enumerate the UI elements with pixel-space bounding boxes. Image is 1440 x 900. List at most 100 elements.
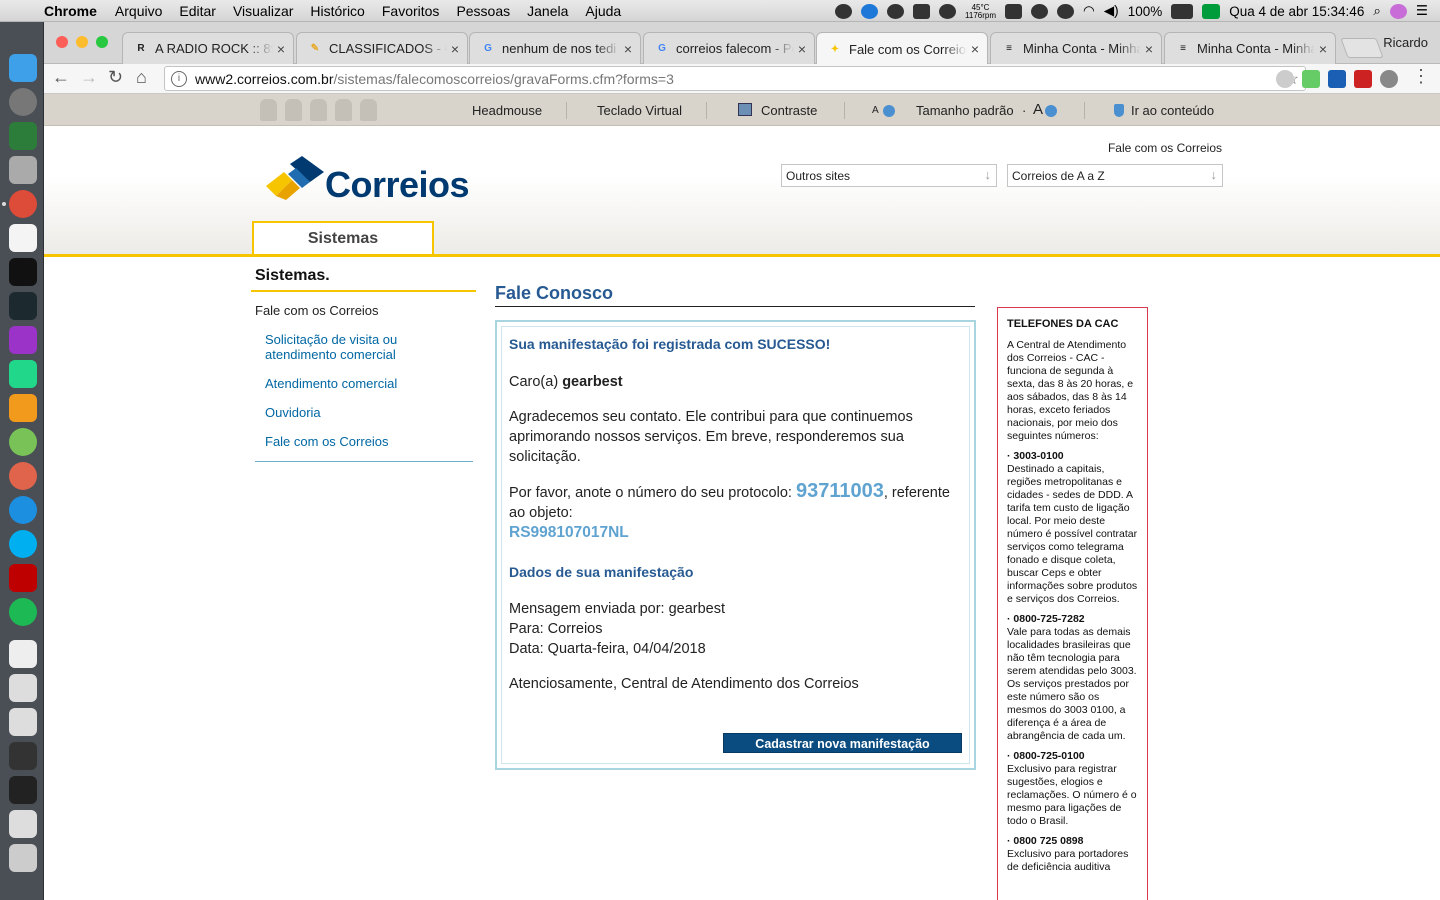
download-app-icon[interactable]: [9, 496, 37, 524]
menu-pessoas[interactable]: Pessoas: [456, 3, 510, 19]
cloud-extension-icon[interactable]: [1276, 70, 1294, 88]
time-machine-icon[interactable]: [1057, 3, 1075, 19]
skype-icon[interactable]: [9, 530, 37, 558]
close-tab-icon[interactable]: ×: [624, 41, 632, 57]
terminal-icon[interactable]: [9, 258, 37, 286]
close-tab-icon[interactable]: ×: [1145, 41, 1153, 57]
forward-icon[interactable]: →: [80, 67, 98, 88]
skype-tray-icon[interactable]: [887, 3, 905, 19]
launchpad-icon[interactable]: [9, 88, 37, 116]
headmouse-link[interactable]: Headmouse: [472, 103, 542, 118]
skype-stack-icon[interactable]: [9, 742, 37, 770]
home-icon[interactable]: ⌂: [136, 67, 147, 88]
address-bar[interactable]: i www2.correios.com.br/sistemas/falecomo…: [164, 66, 1306, 91]
close-tab-icon[interactable]: ×: [798, 41, 806, 57]
tab-sistemas[interactable]: Sistemas: [252, 221, 434, 256]
menu-visualizar[interactable]: Visualizar: [233, 3, 293, 19]
chrome-icon[interactable]: [9, 190, 37, 218]
tab-5[interactable]: ✦ Fale com os Correios ×: [816, 32, 988, 65]
app-menu[interactable]: Chrome: [44, 3, 97, 19]
outros-sites-select[interactable]: Outros sites ↓: [781, 164, 997, 187]
drive-tray-icon[interactable]: [913, 3, 931, 19]
sidebar-item-solicitacao-visita[interactable]: Solicitação de visita ou atendimento com…: [265, 332, 465, 362]
tab-6[interactable]: ≡ Minha Conta - Minha ×: [990, 32, 1162, 64]
cloud-app-icon[interactable]: [861, 3, 879, 19]
new-manifestation-button[interactable]: Cadastrar nova manifestação: [723, 733, 962, 753]
temp-readout[interactable]: 45°C 1176rpm: [965, 3, 996, 19]
calculator-icon[interactable]: [9, 156, 37, 184]
menu-ajuda[interactable]: Ajuda: [585, 3, 621, 19]
reload-icon[interactable]: ↻: [108, 67, 123, 88]
calendar-icon[interactable]: [9, 224, 37, 252]
finder-icon[interactable]: [9, 54, 37, 82]
cloud-icon[interactable]: [1031, 3, 1049, 19]
contrast-icon[interactable]: [738, 103, 752, 116]
siri-icon[interactable]: [1389, 3, 1407, 19]
font-increase-icon[interactable]: [1045, 105, 1057, 117]
zoom-window-button[interactable]: [96, 36, 108, 48]
flag-input-icon[interactable]: [1202, 3, 1221, 19]
close-tab-icon[interactable]: ×: [451, 41, 459, 57]
fale-com-os-correios-link[interactable]: Fale com os Correios: [1108, 141, 1222, 155]
virtual-keyboard-link[interactable]: Teclado Virtual: [597, 103, 682, 118]
notification-center-icon[interactable]: ☰: [1416, 3, 1428, 19]
battery-icon[interactable]: [1171, 3, 1194, 19]
java-file-icon[interactable]: [9, 640, 37, 668]
menu-historico[interactable]: Histórico: [310, 3, 364, 19]
tab-4[interactable]: Gcorreios falecom - Pe ×: [643, 32, 815, 64]
console-icon[interactable]: [9, 292, 37, 320]
sidebar-item-ouvidoria[interactable]: Ouvidoria: [265, 405, 465, 420]
android-studio-icon[interactable]: [9, 428, 37, 456]
chrome-menu-icon[interactable]: ⋮: [1412, 66, 1430, 87]
tab-2[interactable]: ✎ CLASSIFICADOS - G ×: [296, 32, 468, 64]
profile-name[interactable]: Ricardo: [1383, 35, 1428, 50]
default-size-link[interactable]: Tamanho padrão: [916, 103, 1014, 118]
close-window-button[interactable]: [56, 36, 68, 48]
menu-janela[interactable]: Janela: [527, 3, 568, 19]
close-tab-icon[interactable]: ×: [1319, 41, 1327, 57]
news-extension-icon[interactable]: [1328, 70, 1346, 88]
sublime-text-icon[interactable]: [9, 394, 37, 422]
contrast-link[interactable]: Contraste: [761, 103, 817, 118]
spotify-icon[interactable]: [9, 598, 37, 626]
skip-to-content-link[interactable]: Ir ao conteúdo: [1131, 103, 1214, 118]
pycharm-icon[interactable]: [9, 360, 37, 388]
color-app-icon[interactable]: [9, 462, 37, 490]
correios-logo-icon[interactable]: [266, 156, 328, 200]
sidebar-item-fale-com-os-correios[interactable]: Fale com os Correios: [265, 434, 465, 449]
correios-a-z-select[interactable]: Correios de A a Z ↓: [1007, 164, 1223, 187]
fan-icon[interactable]: [939, 3, 957, 19]
font-increase-label[interactable]: A: [1033, 101, 1043, 118]
font-decrease-icon[interactable]: [883, 105, 895, 117]
back-icon[interactable]: ←: [52, 67, 70, 88]
correios-logo-text[interactable]: Correios: [325, 164, 470, 206]
tab-3[interactable]: Gnenhum de nos tedi ×: [469, 32, 641, 64]
menu-favoritos[interactable]: Favoritos: [382, 3, 440, 19]
settings-extension-icon[interactable]: [1380, 70, 1398, 88]
filezilla-stack-icon[interactable]: [9, 708, 37, 736]
trash-icon[interactable]: [9, 844, 37, 872]
new-tab-button[interactable]: [1340, 38, 1384, 58]
js-extension-icon[interactable]: [1302, 70, 1320, 88]
phpstorm-icon[interactable]: [9, 326, 37, 354]
close-tab-icon[interactable]: ×: [277, 41, 285, 57]
volume-icon[interactable]: ◀): [1104, 3, 1119, 19]
record-icon[interactable]: [835, 3, 853, 19]
downloads-stack-icon[interactable]: [9, 810, 37, 838]
menu-editar[interactable]: Editar: [179, 3, 216, 19]
tab-1[interactable]: R A RADIO ROCK :: 89 ×: [122, 32, 294, 64]
mail-extension-icon[interactable]: [1354, 70, 1372, 88]
font-decrease-label[interactable]: A: [872, 105, 879, 116]
tab-7[interactable]: ≡ Minha Conta - Minha ×: [1164, 32, 1336, 64]
sidebar-item-atendimento-comercial[interactable]: Atendimento comercial: [265, 376, 465, 391]
spotify-stack-icon[interactable]: [9, 776, 37, 804]
spotlight-search-icon[interactable]: ⌕: [1373, 3, 1381, 19]
battery-percent[interactable]: 100%: [1128, 4, 1163, 19]
airplay-icon[interactable]: [1005, 3, 1023, 19]
minimize-window-button[interactable]: [76, 36, 88, 48]
menu-arquivo[interactable]: Arquivo: [115, 3, 162, 19]
filezilla-icon[interactable]: [9, 564, 37, 592]
document-stack-icon[interactable]: [9, 674, 37, 702]
wifi-icon[interactable]: ◠: [1083, 3, 1095, 19]
info-icon[interactable]: i: [171, 70, 187, 87]
